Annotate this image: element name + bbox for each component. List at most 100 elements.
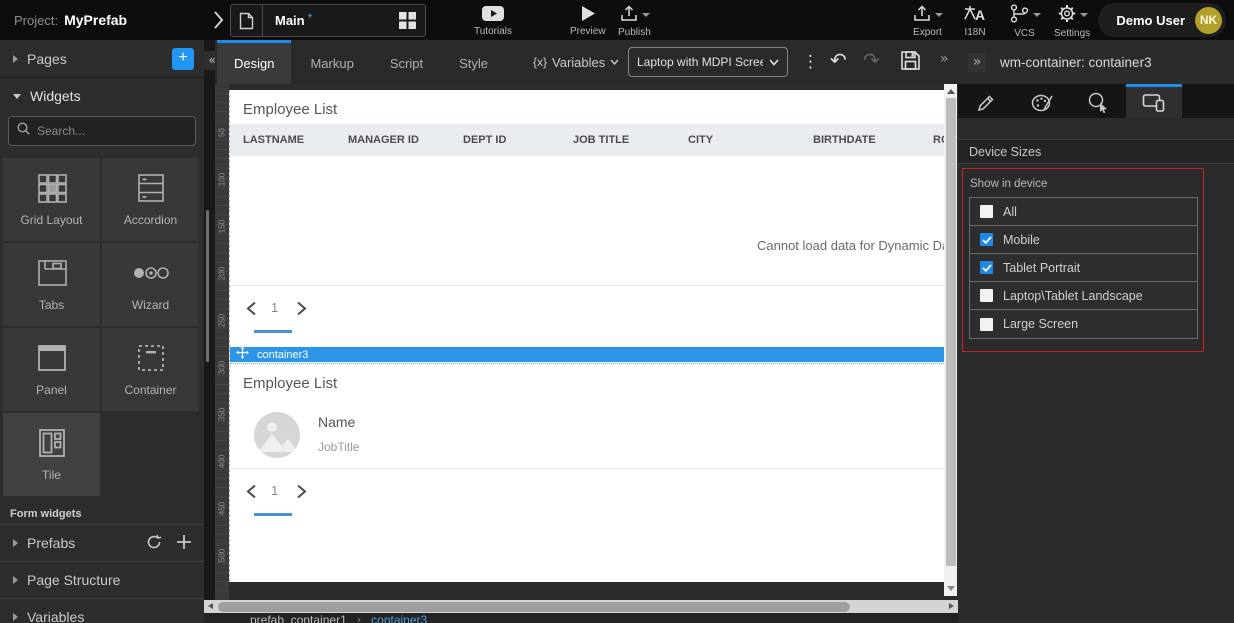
save-button[interactable]	[900, 50, 921, 76]
widget-tile-wizard[interactable]: Wizard	[102, 243, 199, 326]
sidebar-section-pages[interactable]: Pages +	[0, 40, 204, 78]
wizard-icon	[132, 257, 170, 289]
variables-dropdown[interactable]: {x} Variables	[533, 40, 619, 84]
widget-tile-panel[interactable]: Panel	[3, 328, 100, 411]
horizontal-scrollbar-thumb[interactable]	[218, 602, 850, 612]
widget-tile-container[interactable]: Container	[102, 328, 199, 411]
checkbox-large-screen[interactable]	[980, 318, 993, 331]
tab-design[interactable]: Design	[217, 40, 291, 84]
sidebar-scrollbar-thumb[interactable]	[206, 210, 209, 362]
user-menu[interactable]: Demo User NK	[1098, 3, 1226, 37]
scroll-down-arrow-icon[interactable]	[947, 586, 955, 591]
tab-properties[interactable]	[958, 84, 1014, 118]
highlight-outline-red: Show in device All Mobile Tablet Portrai…	[962, 168, 1204, 352]
search-input[interactable]	[37, 124, 192, 138]
settings-button[interactable]: Settings	[1054, 3, 1090, 39]
datatable-title: Employee List	[230, 90, 944, 124]
next-page-icon[interactable]	[296, 301, 307, 321]
move-handle-icon[interactable]	[236, 346, 249, 364]
top-bar: Project: MyPrefab Main * Tutorials	[0, 0, 1234, 40]
scroll-up-arrow-icon[interactable]	[947, 89, 955, 94]
vertical-scrollbar-thumb[interactable]	[946, 98, 956, 566]
publish-button[interactable]: Publish	[618, 3, 651, 39]
checkbox-all[interactable]	[980, 205, 993, 218]
refresh-icon[interactable]	[146, 534, 162, 553]
prefabs-section-label: Prefabs	[27, 535, 75, 551]
redo-button[interactable]: ↷	[863, 48, 880, 72]
next-page-icon[interactable]	[296, 484, 307, 504]
pages-grid-icon[interactable]	[399, 12, 416, 29]
breadcrumb-separator-icon: ›	[357, 613, 361, 623]
widget-tile-tabs[interactable]: Tabs	[3, 243, 100, 326]
checkbox-laptop-tablet-landscape[interactable]	[980, 289, 993, 302]
device-row-laptop-tablet-landscape[interactable]: Laptop\Tablet Landscape	[970, 282, 1197, 310]
device-row-mobile[interactable]: Mobile	[970, 226, 1197, 254]
page-doc-icon[interactable]	[231, 5, 263, 36]
selected-widget-name: container3	[257, 349, 308, 361]
scroll-right-arrow-icon[interactable]	[949, 603, 954, 609]
tutorials-button[interactable]: Tutorials	[474, 3, 512, 39]
vcs-button[interactable]: VCS	[1008, 3, 1041, 39]
chevron-right-icon[interactable]	[212, 10, 224, 35]
device-row-tablet-portrait[interactable]: Tablet Portrait	[970, 254, 1197, 282]
checkbox-tablet-portrait[interactable]	[980, 261, 993, 274]
tab-style[interactable]: Style	[442, 40, 505, 84]
expand-panel-button[interactable]: »	[968, 53, 986, 72]
tab-markup[interactable]: Markup	[293, 40, 370, 84]
canvas-vertical-scrollbar[interactable]	[944, 84, 957, 596]
tab-styles[interactable]	[1014, 84, 1070, 118]
expanded-arrow-icon	[13, 94, 21, 99]
i18n-button[interactable]: A I18N	[962, 3, 988, 39]
page-number[interactable]: 1	[271, 483, 278, 498]
device-row-all[interactable]: All	[970, 198, 1197, 226]
add-page-button[interactable]: +	[172, 48, 194, 70]
properties-tabs	[958, 84, 1234, 118]
datatable-pagination: 1	[230, 286, 944, 346]
expand-toolbar-button[interactable]: »	[940, 51, 949, 67]
list-item[interactable]: Name JobTitle	[230, 398, 944, 468]
device-preview-select[interactable]: Laptop with MDPI Screen	[628, 47, 788, 77]
scroll-left-arrow-icon[interactable]	[208, 603, 213, 609]
datatable-body-empty: Cannot load data for Dynamic Data	[230, 156, 944, 286]
sidebar-section-widgets[interactable]: Widgets	[0, 78, 204, 114]
widget-tile-label: Accordion	[124, 213, 177, 227]
column-header: MANAGER ID	[348, 134, 463, 146]
ruler-mark: 500	[218, 543, 227, 569]
palette-icon	[1031, 93, 1053, 113]
widget-search[interactable]	[8, 116, 196, 146]
widget-tile-tile[interactable]: Tile	[3, 413, 100, 496]
list-pagination: 1	[230, 469, 944, 529]
prev-page-icon[interactable]	[246, 301, 257, 321]
widget-tile-grid-layout[interactable]: Grid Layout	[3, 158, 100, 241]
checkbox-mobile[interactable]	[980, 233, 993, 246]
sidebar-section-variables[interactable]: Variables	[0, 598, 204, 623]
prev-page-icon[interactable]	[246, 484, 257, 504]
breadcrumb: prefab_container1 › container3	[250, 613, 427, 623]
canvas-horizontal-scrollbar[interactable]	[204, 600, 958, 613]
breadcrumb-parent[interactable]: prefab_container1	[250, 613, 347, 623]
tab-script[interactable]: Script	[373, 40, 440, 84]
active-page-underline	[254, 330, 292, 333]
image-placeholder-icon	[254, 412, 300, 458]
widget-tile-label: Tabs	[39, 298, 64, 312]
add-prefab-icon[interactable]	[176, 534, 192, 553]
tab-events[interactable]	[1070, 84, 1126, 118]
sidebar-section-page-structure[interactable]: Page Structure	[0, 561, 204, 598]
breadcrumb-current[interactable]: container3	[371, 613, 427, 623]
page-tab-main[interactable]: Main *	[230, 4, 426, 37]
tab-device-sizes[interactable]	[1126, 84, 1182, 118]
sidebar-gutter: «	[204, 40, 215, 623]
widget-tile-accordion[interactable]: Accordion	[102, 158, 199, 241]
sidebar-section-prefabs[interactable]: Prefabs	[0, 524, 204, 561]
datatable-header[interactable]: LASTNAME MANAGER ID DEPT ID JOB TITLE CI…	[230, 124, 944, 156]
more-options-kebab[interactable]: ⋮	[802, 51, 819, 73]
preview-button[interactable]: Preview	[570, 3, 606, 39]
device-select-value: Laptop with MDPI Screen	[637, 55, 763, 69]
selected-widget-bar[interactable]: container3	[230, 346, 944, 362]
export-button[interactable]: Export	[912, 3, 943, 39]
page-number[interactable]: 1	[271, 300, 278, 315]
unsaved-marker: *	[308, 11, 313, 25]
accordion-icon	[135, 172, 167, 204]
undo-button[interactable]: ↶	[830, 48, 847, 72]
device-row-large-screen[interactable]: Large Screen	[970, 310, 1197, 338]
